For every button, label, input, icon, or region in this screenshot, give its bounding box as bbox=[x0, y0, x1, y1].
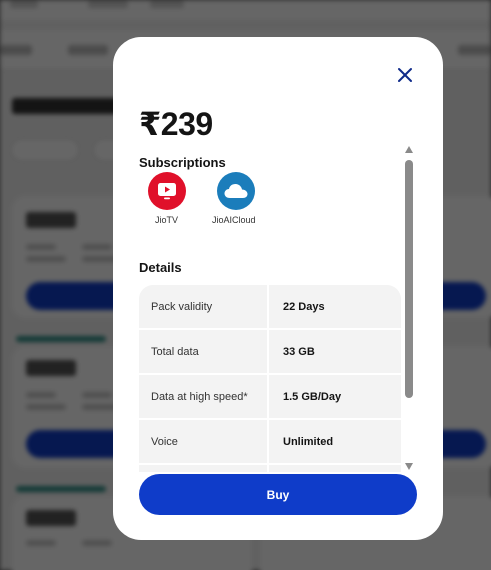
detail-value: 1.5 GB/Day bbox=[269, 375, 401, 420]
modal-scroll-area[interactable]: Subscriptions JioTV JioAICloud Details P… bbox=[139, 152, 401, 472]
scroll-down-arrow-icon[interactable] bbox=[405, 463, 413, 470]
plan-details-modal: ₹239 Subscriptions JioTV JioAICloud Deta… bbox=[113, 37, 443, 540]
detail-label: Total data bbox=[139, 330, 269, 375]
detail-label: Voice bbox=[139, 420, 269, 465]
table-row: Data at high speed* 1.5 GB/Day bbox=[139, 375, 401, 420]
plan-price: ₹239 bbox=[139, 106, 213, 142]
subscription-app-jioaicloud[interactable]: JioAICloud bbox=[139, 172, 279, 225]
scrollbar-thumb[interactable] bbox=[405, 160, 413, 398]
detail-value: 22 Days bbox=[269, 285, 401, 330]
subscription-app-label: JioAICloud bbox=[212, 215, 256, 225]
table-row: Pack validity 22 Days bbox=[139, 285, 401, 330]
cloud-icon bbox=[217, 172, 255, 210]
subscriptions-heading: Subscriptions bbox=[139, 155, 226, 170]
detail-value: Unlimited bbox=[269, 420, 401, 465]
close-icon bbox=[398, 68, 412, 82]
detail-label bbox=[139, 465, 269, 472]
table-row: Total data 33 GB bbox=[139, 330, 401, 375]
table-row: Voice Unlimited bbox=[139, 420, 401, 465]
detail-value: 33 GB bbox=[269, 330, 401, 375]
details-table: Pack validity 22 Days Total data 33 GB D… bbox=[139, 285, 401, 472]
detail-value bbox=[269, 465, 401, 472]
table-row bbox=[139, 465, 401, 472]
scroll-up-arrow-icon[interactable] bbox=[405, 146, 413, 153]
buy-button[interactable]: Buy bbox=[139, 474, 417, 515]
details-heading: Details bbox=[139, 260, 182, 275]
close-button[interactable] bbox=[395, 65, 415, 85]
modal-scrollbar[interactable] bbox=[404, 146, 414, 472]
detail-label: Pack validity bbox=[139, 285, 269, 330]
detail-label: Data at high speed* bbox=[139, 375, 269, 420]
